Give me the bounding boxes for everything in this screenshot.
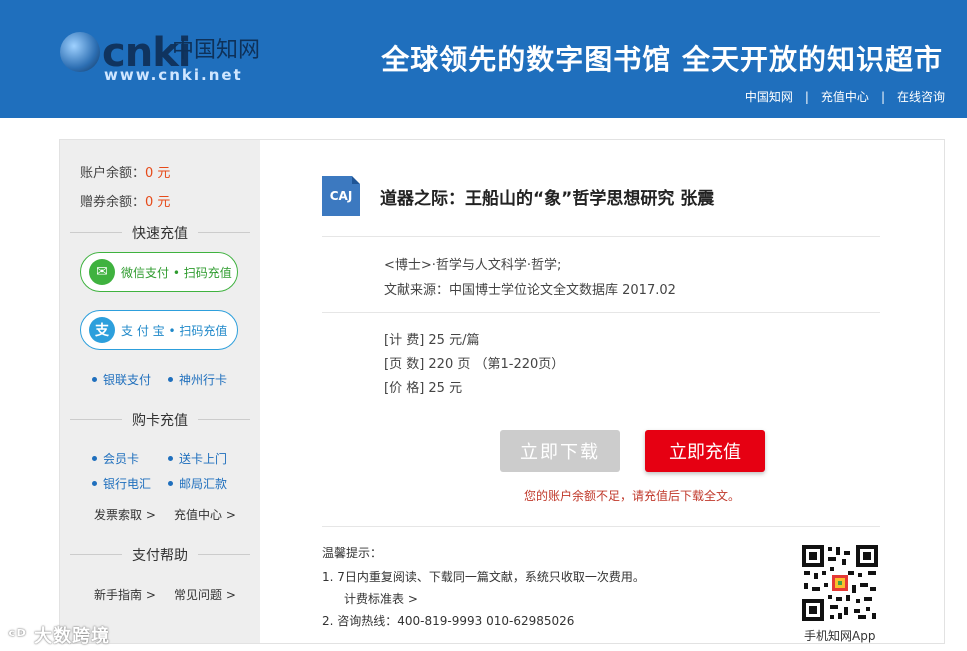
logo-url: www.cnki.net (104, 66, 243, 84)
document-category: <博士>·哲学与人文科学·哲学; (384, 258, 562, 273)
fee-standard-link[interactable]: 计费标准表 > (344, 590, 418, 607)
unionpay-link[interactable]: 银联支付 (92, 371, 151, 388)
cnki-logo[interactable]: cnki 中国知网 www.cnki.net (60, 30, 270, 86)
newbie-guide-link[interactable]: 新手指南 > (94, 586, 156, 603)
nav-online-consult[interactable]: 在线咨询 (897, 90, 945, 104)
globe-icon (60, 32, 100, 72)
header: cnki 中国知网 www.cnki.net 全球领先的数字图书馆 全天开放的知… (0, 0, 967, 118)
wechat-pay-button[interactable]: ✉ 微信支付 • 扫码充值 (80, 252, 238, 292)
qr-label: 手机知网App (804, 629, 876, 643)
main-container: 账户余额：0 元 赠券余额：0 元 快速充值 ✉ 微信支付 • 扫码充值 支 支… (59, 139, 945, 644)
watermark: ᶜᴰ 大数跨境 (8, 626, 111, 647)
bank-transfer-link[interactable]: 银行电汇 (92, 475, 151, 492)
invoice-link[interactable]: 发票索取 > (94, 506, 156, 523)
nav-recharge-center[interactable]: 充值中心 (821, 90, 869, 104)
bullet-icon (92, 377, 97, 382)
divider (322, 312, 880, 313)
divider (322, 236, 880, 237)
alipay-icon: 支 (89, 317, 115, 343)
price-info: [价 格] 25 元 (384, 381, 463, 396)
coupon-value: 0 元 (145, 195, 171, 210)
tip-item: 2. 咨询热线：400-819-9993 010-62985026 (322, 614, 575, 628)
insufficient-balance-warning: 您的账户余额不足，请充值后下载全文。 (524, 489, 741, 503)
nav-separator: | (880, 90, 885, 104)
slogan: 全球领先的数字图书馆 全天开放的知识超市 (381, 43, 943, 76)
buy-card-title: 购卡充值 (70, 410, 250, 430)
document-panel: CAJ 道器之际：王船山的“象”哲学思想研究 张震 <博士>·哲学与人文科学·哲… (260, 140, 944, 643)
balance-value: 0 元 (145, 166, 171, 181)
bullet-icon (168, 456, 173, 461)
download-button[interactable]: 立即下载 (500, 430, 620, 472)
recharge-center-link[interactable]: 充值中心 > (174, 506, 236, 523)
shenzhou-card-link[interactable]: 神州行卡 (168, 371, 227, 388)
tip-item: 1. 7日内重复阅读、下载同一篇文献，系统只收取一次费用。 (322, 570, 645, 584)
bullet-icon (168, 377, 173, 382)
qr-code (800, 543, 880, 623)
alipay-button[interactable]: 支 支 付 宝 • 扫码充值 (80, 310, 238, 350)
sidebar: 账户余额：0 元 赠券余额：0 元 快速充值 ✉ 微信支付 • 扫码充值 支 支… (60, 140, 260, 643)
tips-title: 温馨提示： (322, 546, 383, 560)
member-card-link[interactable]: 会员卡 (92, 450, 139, 467)
top-nav: 中国知网 | 充值中心 | 在线咨询 (745, 88, 945, 105)
bullet-icon (92, 456, 97, 461)
nav-cnki-home[interactable]: 中国知网 (745, 90, 793, 104)
fee-info: [计 费] 25 元/篇 (384, 333, 480, 348)
caj-file-icon: CAJ (322, 176, 360, 216)
document-source: 文献来源：中国博士学位论文全文数据库 2017.02 (384, 283, 676, 298)
recharge-button[interactable]: 立即充值 (645, 430, 765, 472)
bullet-icon (92, 481, 97, 486)
deliver-card-link[interactable]: 送卡上门 (168, 450, 227, 467)
nav-separator: | (804, 90, 809, 104)
document-title: 道器之际：王船山的“象”哲学思想研究 张震 (380, 189, 715, 209)
page-count-info: [页 数] 220 页 （第1-220页） (384, 357, 565, 372)
coupon-balance: 赠券余额：0 元 (80, 195, 171, 210)
quick-recharge-title: 快速充值 (70, 223, 250, 243)
account-balance: 账户余额：0 元 (80, 166, 171, 181)
post-remit-link[interactable]: 邮局汇款 (168, 475, 227, 492)
bullet-icon (168, 481, 173, 486)
logo-cn-title: 中国知网 (172, 38, 261, 63)
divider (322, 526, 880, 527)
pay-help-title: 支付帮助 (70, 545, 250, 565)
faq-link[interactable]: 常见问题 > (174, 586, 236, 603)
wechat-icon: ✉ (89, 259, 115, 285)
